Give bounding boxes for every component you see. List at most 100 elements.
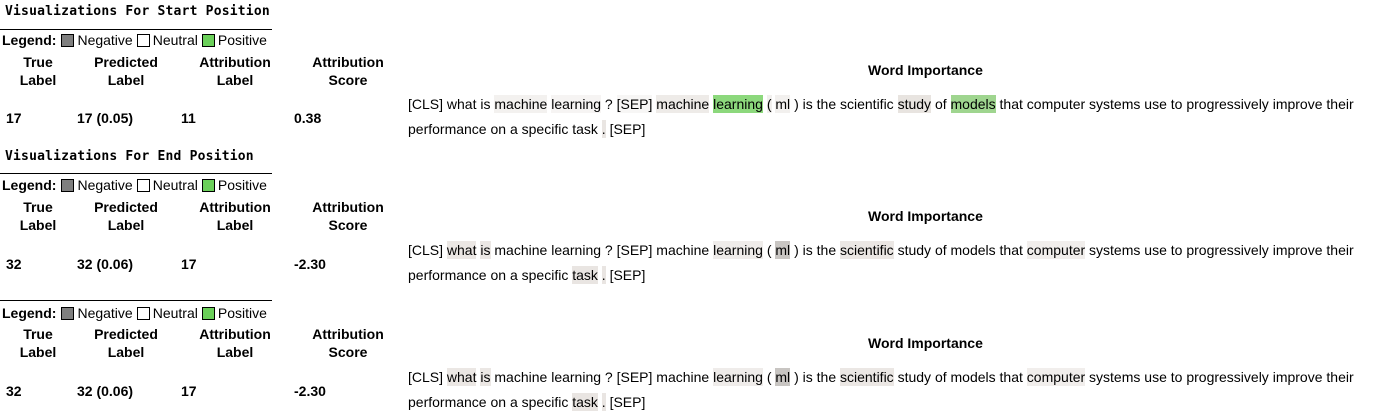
token: study: [897, 368, 932, 386]
token: specific: [521, 266, 569, 284]
legend-item-positive: Positive: [201, 32, 267, 48]
token: systems: [1089, 95, 1141, 113]
token: [SEP]: [609, 393, 646, 411]
legend: Legend: Negative Neutral Positive: [2, 305, 270, 321]
token: models: [950, 241, 996, 259]
token: on: [490, 393, 507, 411]
token: [SEP]: [609, 266, 646, 284]
token: learning: [713, 241, 763, 259]
attribution-label-value: 17: [181, 383, 197, 399]
token: computer: [1026, 241, 1086, 259]
token: what: [446, 241, 477, 259]
word-importance-title: Word Importance: [868, 335, 983, 351]
legend: Legend: Negative Neutral Positive: [2, 32, 270, 48]
token: models: [950, 368, 996, 386]
token: use: [1144, 95, 1167, 113]
token: systems: [1089, 241, 1141, 259]
negative-swatch-icon: [61, 178, 75, 192]
divider: [0, 300, 272, 301]
header-true-label: True Label: [19, 326, 57, 360]
token: [CLS]: [408, 241, 444, 259]
neutral-swatch-icon: [136, 178, 150, 192]
attribution-score-value: 0.38: [294, 110, 322, 126]
header-attribution-score: Attribution Score: [312, 54, 384, 88]
section-title-start: Visualizations For Start Position: [5, 4, 270, 19]
token: of: [934, 368, 947, 386]
word-importance-sentence: [CLS] what is machine learning ? [SEP] m…: [408, 238, 1388, 288]
legend-label: Legend:: [2, 32, 57, 48]
token: performance: [408, 393, 487, 411]
token: on: [490, 120, 507, 138]
legend: Legend: Negative Neutral Positive: [2, 177, 270, 193]
token: of: [934, 95, 947, 113]
token: ml: [775, 241, 791, 259]
header-attribution-score: Attribution Score: [312, 199, 384, 233]
token: the: [816, 368, 837, 386]
token: what: [446, 368, 477, 386]
token: ml: [775, 368, 791, 386]
token: machine: [656, 241, 710, 259]
legend-item-neutral: Neutral: [136, 32, 198, 48]
header-attribution-score: Attribution Score: [312, 326, 384, 360]
legend-positive-label: Positive: [217, 32, 267, 48]
token: specific: [521, 120, 569, 138]
token: study: [897, 241, 932, 259]
token: machine: [494, 95, 548, 113]
positive-swatch-icon: [201, 306, 215, 320]
token: ): [794, 95, 799, 113]
token: on: [490, 266, 507, 284]
legend-positive-label: Positive: [217, 305, 267, 321]
predicted-label-value: 17 (0.05): [77, 110, 134, 126]
legend-item-positive: Positive: [201, 305, 267, 321]
token: machine: [494, 368, 548, 386]
token: machine: [656, 368, 710, 386]
negative-swatch-icon: [61, 33, 75, 47]
token: the: [816, 95, 837, 113]
token: is: [802, 368, 813, 386]
legend-negative-label: Negative: [77, 32, 133, 48]
token: .: [601, 120, 606, 138]
token: task: [572, 120, 598, 138]
token: scientific: [840, 95, 894, 113]
legend-item-neutral: Neutral: [136, 305, 198, 321]
token: progressively: [1186, 241, 1269, 259]
attribution-score-value: -2.30: [294, 383, 326, 399]
token: is: [480, 95, 491, 113]
token: progressively: [1186, 95, 1269, 113]
token: computer: [1026, 368, 1086, 386]
word-importance-title: Word Importance: [868, 62, 983, 78]
token: machine: [494, 241, 548, 259]
token: use: [1144, 368, 1167, 386]
true-label-value: 32: [6, 383, 22, 399]
token: is: [480, 368, 491, 386]
token: a: [509, 120, 518, 138]
token: ?: [604, 368, 613, 386]
token: learning: [551, 95, 602, 113]
attribution-score-value: -2.30: [294, 256, 326, 272]
token: ?: [604, 241, 613, 259]
token: a: [509, 266, 518, 284]
token: to: [1170, 368, 1183, 386]
token: that: [999, 95, 1023, 113]
token: their: [1326, 368, 1354, 386]
token: the: [816, 241, 837, 259]
token: [CLS]: [408, 95, 444, 113]
token: [CLS]: [408, 368, 444, 386]
legend-negative-label: Negative: [77, 305, 133, 321]
token: is: [480, 241, 491, 259]
divider: [0, 29, 272, 30]
token: [SEP]: [616, 368, 653, 386]
token: performance: [408, 266, 487, 284]
legend-neutral-label: Neutral: [152, 177, 198, 193]
token: to: [1170, 95, 1183, 113]
divider: [0, 173, 272, 174]
token: a: [509, 393, 518, 411]
legend-item-positive: Positive: [201, 177, 267, 193]
token: performance: [408, 120, 487, 138]
token: use: [1144, 241, 1167, 259]
token: specific: [521, 393, 569, 411]
token: learning: [551, 368, 602, 386]
token: progressively: [1186, 368, 1269, 386]
token: [SEP]: [609, 120, 646, 138]
legend-neutral-label: Neutral: [152, 32, 198, 48]
